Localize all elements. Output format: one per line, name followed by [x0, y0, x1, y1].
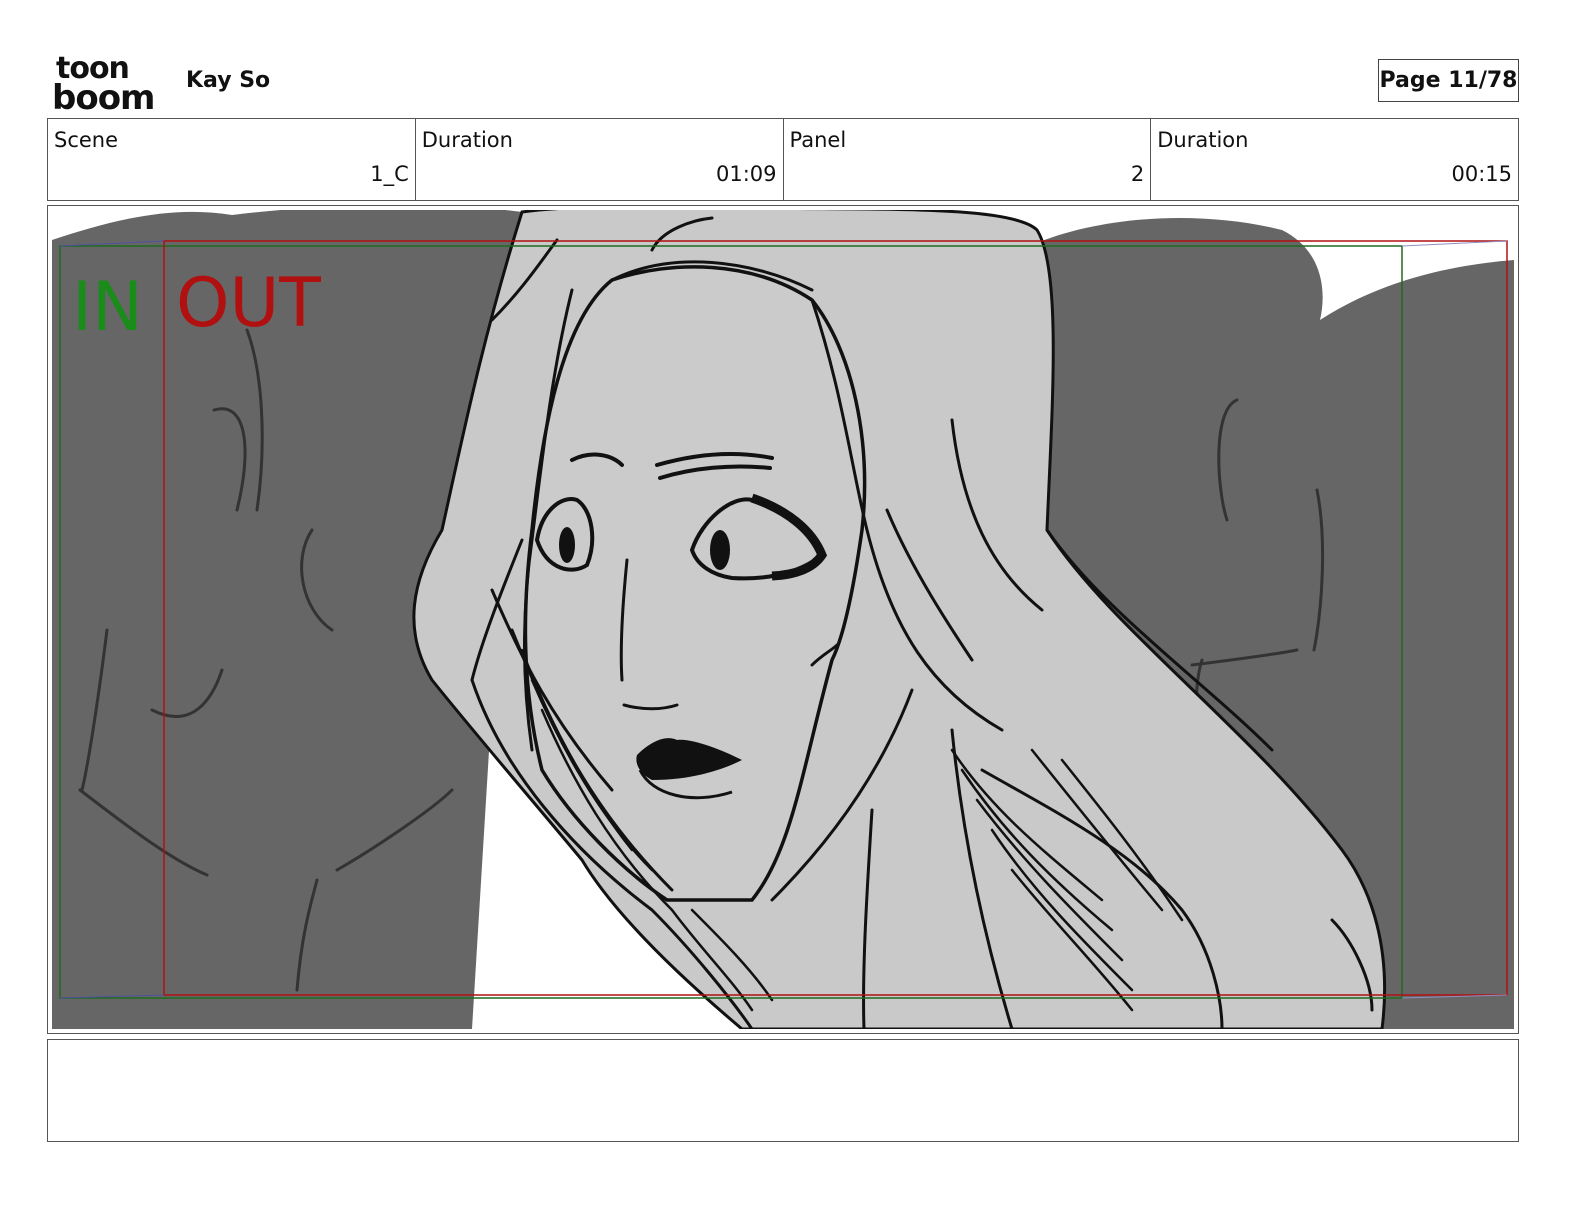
scene-duration-label: Duration — [421, 128, 513, 152]
panel-value: 2 — [1130, 162, 1145, 186]
scene-duration-cell: Duration 01:09 — [416, 119, 784, 200]
panel-drawing: IN OUT — [52, 210, 1514, 1029]
scene-duration-value: 01:09 — [715, 162, 777, 186]
in-label: IN — [72, 268, 143, 347]
panel-duration-label: Duration — [1157, 128, 1249, 152]
panel-label: Panel — [789, 128, 847, 152]
panel-duration-cell: Duration 00:15 — [1151, 119, 1518, 200]
out-label: OUT — [176, 264, 321, 343]
author-name: Kay So — [186, 68, 271, 93]
panel-duration-value: 00:15 — [1451, 162, 1512, 186]
panel-cell: Panel 2 — [784, 119, 1152, 200]
notes-area — [47, 1039, 1519, 1142]
scene-info-table: Scene 1_C Duration 01:09 Panel 2 Duratio… — [47, 118, 1519, 201]
scene-value: 1_C — [370, 162, 409, 186]
scene-cell: Scene 1_C — [48, 119, 416, 200]
scene-label: Scene — [54, 128, 119, 152]
logo-text-bottom: boom — [52, 78, 154, 112]
toonboom-logo: toon boom — [52, 52, 155, 112]
page-indicator: Page 11/78 — [1378, 59, 1519, 102]
storyboard-panel: IN OUT — [47, 205, 1519, 1034]
